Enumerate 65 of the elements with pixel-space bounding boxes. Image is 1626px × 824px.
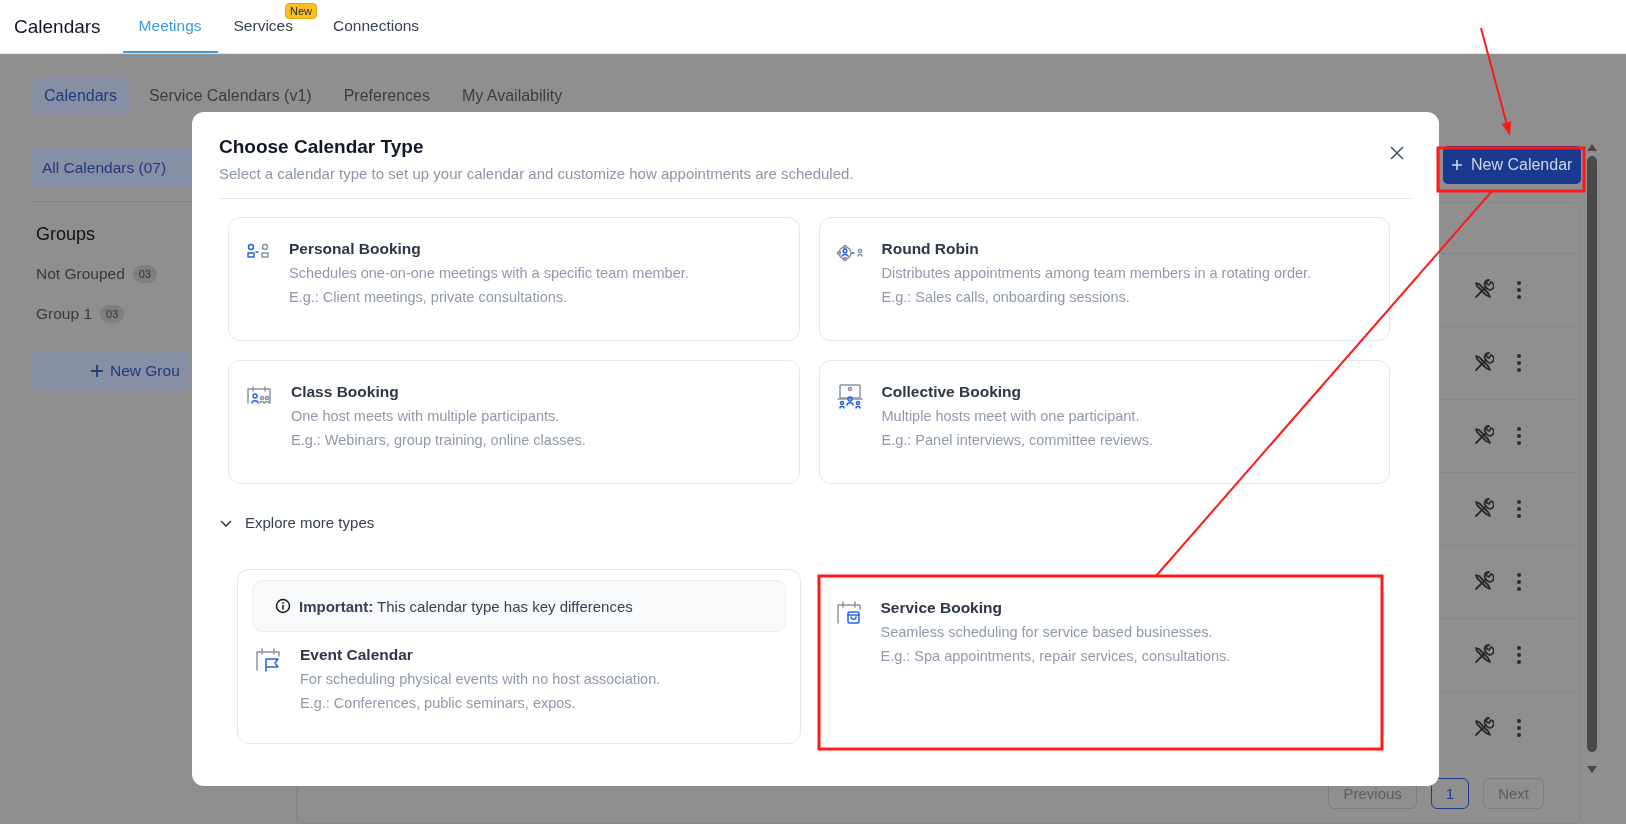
explore-toggle[interactable]: Explore more types xyxy=(219,514,375,531)
more-icon[interactable] xyxy=(1516,280,1522,300)
type-description: For scheduling physical events with no host association. xyxy=(300,670,661,689)
plus-icon xyxy=(90,364,104,378)
more-icon[interactable] xyxy=(1516,353,1522,373)
sub-tab[interactable]: Preferences xyxy=(331,78,442,114)
dialog-title: Choose Calendar Type xyxy=(219,136,425,158)
tools-icon[interactable] xyxy=(1472,279,1494,301)
type-description: Seamless scheduling for service based businesses. xyxy=(880,623,1214,642)
type-title: Personal Booking xyxy=(289,240,422,258)
group-name[interactable]: Group 1 xyxy=(36,305,92,323)
tools-icon[interactable] xyxy=(1472,717,1494,739)
nav-tab[interactable]: Connections xyxy=(316,0,436,53)
type-title: Collective Booking xyxy=(881,383,1023,401)
more-icon[interactable] xyxy=(1516,718,1522,738)
type-example: E.g.: Conferences, public seminars, expos. xyxy=(300,694,577,713)
calendar-type-card[interactable]: Important: This calendar type has key differences Event Calendar For scheduling physical events with no host association. E.g.: Conferences, public seminars, expos. xyxy=(237,569,801,744)
calendar-type-card[interactable]: Personal Booking Schedules one-on-one meetings with a specific team member. E.g.: Client meetings, private consultations. xyxy=(228,217,800,341)
more-icon[interactable] xyxy=(1516,499,1522,519)
page-button[interactable]: 1 xyxy=(1430,778,1470,809)
new-group-button[interactable]: New Grou xyxy=(32,351,190,391)
calendar-flag-icon xyxy=(254,646,282,674)
presentation-board-icon xyxy=(835,383,864,409)
type-example: E.g.: Sales calls, onboarding sessions. xyxy=(881,288,1131,307)
sub-tab[interactable]: Calendars xyxy=(32,78,129,114)
type-title: Event Calendar xyxy=(300,646,414,664)
plus-icon xyxy=(1451,159,1463,171)
tools-icon[interactable] xyxy=(1472,571,1494,593)
type-title: Class Booking xyxy=(291,383,400,401)
tools-icon[interactable] xyxy=(1472,352,1494,374)
tools-icon[interactable] xyxy=(1472,425,1494,447)
calendar-type-card[interactable]: Class Booking One host meets with multiple participants. E.g.: Webinars, group training, online classes. xyxy=(228,360,800,484)
more-icon[interactable] xyxy=(1516,426,1522,446)
calendar-type-card[interactable]: Collective Booking Multiple hosts meet with one participant. E.g.: Panel interviews, committee reviews. xyxy=(818,360,1390,484)
new-badge: New xyxy=(284,3,317,19)
sub-tab[interactable]: Service Calendars (v1) xyxy=(136,78,324,114)
group-name[interactable]: Not Grouped xyxy=(36,265,125,283)
type-example: E.g.: Spa appointments, repair services, consultations. xyxy=(880,647,1231,666)
tools-icon[interactable] xyxy=(1472,498,1494,520)
type-example: E.g.: Webinars, group training, online classes. xyxy=(291,431,586,450)
notice-text: Important: This calendar type has key differences xyxy=(299,597,633,615)
more-icon[interactable] xyxy=(1516,645,1522,665)
calendar-bag-icon xyxy=(834,599,863,627)
app-title: Calendars xyxy=(14,15,101,38)
type-title: Service Booking xyxy=(880,599,1003,617)
count-badge: 03 xyxy=(132,265,157,283)
more-icon[interactable] xyxy=(1516,572,1522,592)
close-icon xyxy=(1390,146,1404,160)
type-title: Round Robin xyxy=(881,240,980,258)
type-description: Schedules one-on-one meetings with a specific team member. xyxy=(289,264,689,283)
type-description: Multiple hosts meet with one participant. xyxy=(881,407,1141,426)
calendar-type-card[interactable]: Service Booking Seamless scheduling for service based businesses. E.g.: Spa appointments, repair services, consultations. xyxy=(818,569,1382,744)
type-description: Distributes appointments among team members in a rotating order. xyxy=(881,264,1312,283)
tools-icon[interactable] xyxy=(1472,644,1494,666)
groups-heading: Groups xyxy=(36,224,96,245)
sub-tab[interactable]: My Availability xyxy=(449,78,575,114)
type-description: One host meets with multiple participants. xyxy=(291,407,561,426)
info-icon xyxy=(275,598,291,614)
dialog-subtitle: Select a calendar type to set up your calendar and customize how appointments are scheduled. xyxy=(219,165,854,182)
new-calendar-button[interactable]: New Calendar xyxy=(1443,146,1581,184)
count-badge: 03 xyxy=(100,305,125,323)
type-example: E.g.: Panel interviews, committee reviews. xyxy=(881,431,1154,450)
type-example: E.g.: Client meetings, private consultations. xyxy=(289,288,569,307)
all-calendars-item[interactable]: All Calendars (07) xyxy=(32,148,192,188)
calendar-type-card[interactable]: Round Robin Distributes appointments among team members in a rotating order. E.g.: Sales calls, onboarding sessions. xyxy=(818,217,1390,341)
